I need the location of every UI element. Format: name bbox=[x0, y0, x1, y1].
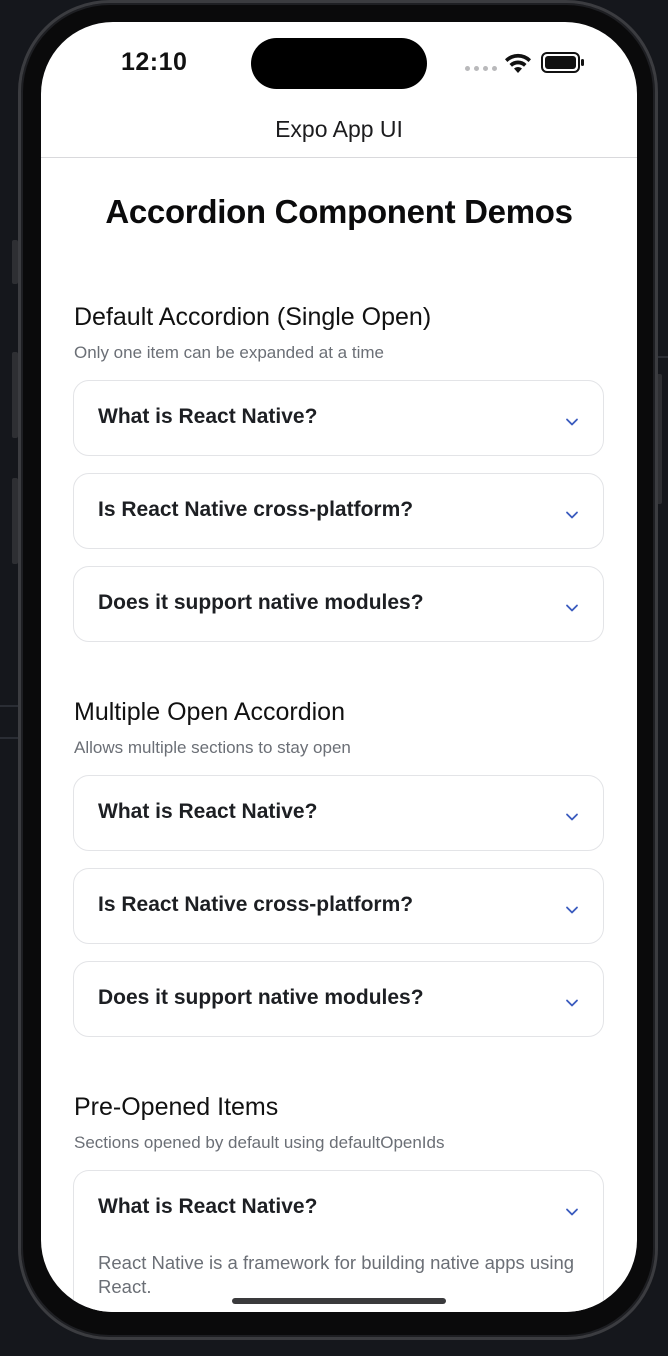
page-title: Accordion Component Demos bbox=[105, 193, 573, 230]
accordion-question: What is React Native? bbox=[98, 800, 318, 823]
section-subtitle-multiple: Allows multiple sections to stay open bbox=[74, 738, 351, 757]
navigation-header: Expo App UI bbox=[41, 104, 637, 158]
status-bar: 12:10 bbox=[41, 22, 637, 104]
chevron-down-icon bbox=[566, 906, 578, 914]
accordion-question: Is React Native cross-platform? bbox=[98, 893, 414, 916]
accordion-question: What is React Native? bbox=[98, 1195, 318, 1218]
nav-title: Expo App UI bbox=[275, 116, 403, 142]
accordion-question: Does it support native modules? bbox=[98, 986, 424, 1009]
section-title-default: Default Accordion (Single Open) bbox=[74, 303, 432, 331]
signal-icon bbox=[465, 66, 497, 71]
accordion-item-native-modules[interactable]: Does it support native modules? bbox=[73, 566, 604, 642]
accordion-item-native-modules[interactable]: Does it support native modules? bbox=[73, 961, 604, 1037]
dynamic-island bbox=[251, 38, 427, 89]
backdrop-line bbox=[658, 356, 668, 358]
battery-icon bbox=[541, 52, 584, 73]
accordion-question: Does it support native modules? bbox=[98, 591, 424, 614]
accordion-item-cross-platform[interactable]: Is React Native cross-platform? bbox=[73, 868, 604, 944]
backdrop-line bbox=[0, 705, 18, 707]
section-subtitle-preopened: Sections opened by default using default… bbox=[74, 1133, 445, 1152]
phone-screen: 12:10 Expo App UI Accordion Component De… bbox=[41, 22, 637, 1312]
accordion-item-cross-platform[interactable]: Is React Native cross-platform? bbox=[73, 473, 604, 549]
accordion-item-what-is-react-native[interactable]: What is React Native? bbox=[73, 775, 604, 851]
section-title-multiple: Multiple Open Accordion bbox=[74, 698, 345, 726]
backdrop-line bbox=[0, 737, 18, 739]
scroll-content[interactable]: Accordion Component Demos Default Accord… bbox=[41, 159, 637, 1312]
section-subtitle-default: Only one item can be expanded at a time bbox=[74, 343, 384, 362]
chevron-down-icon bbox=[566, 999, 578, 1007]
chevron-down-icon bbox=[566, 418, 578, 426]
chevron-down-icon bbox=[566, 813, 578, 821]
chevron-down-icon bbox=[566, 511, 578, 519]
section-title-preopened: Pre-Opened Items bbox=[74, 1093, 279, 1121]
home-indicator[interactable] bbox=[232, 1298, 446, 1304]
wifi-icon bbox=[505, 53, 531, 73]
accordion-item-what-is-react-native-open[interactable]: What is React Native? React Native is a … bbox=[73, 1170, 604, 1312]
accordion-question: What is React Native? bbox=[98, 405, 318, 428]
status-time: 12:10 bbox=[121, 48, 188, 76]
accordion-item-what-is-react-native[interactable]: What is React Native? bbox=[73, 380, 604, 456]
chevron-down-icon bbox=[566, 1208, 578, 1216]
chevron-down-icon bbox=[566, 604, 578, 612]
accordion-question: Is React Native cross-platform? bbox=[98, 498, 414, 521]
accordion-answer: React Native is a framework for building… bbox=[98, 1252, 575, 1297]
